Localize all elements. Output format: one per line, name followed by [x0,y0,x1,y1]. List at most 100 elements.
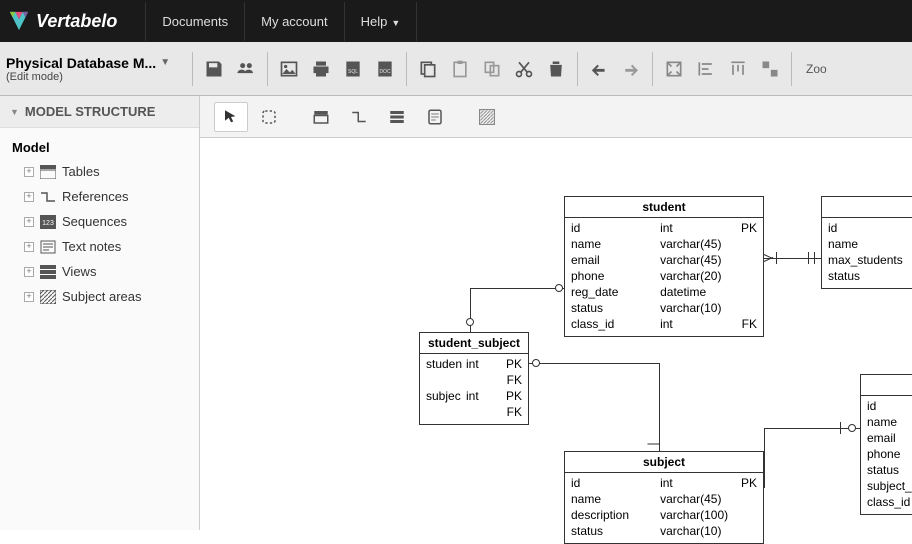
column-type: int [660,220,731,236]
column-name: id [571,220,656,236]
column-row[interactable]: idintPK [571,475,757,491]
trash-icon [546,59,566,79]
column-type: varchar(45) [660,252,731,268]
entity-class[interactable]: classidintPKnamevarchar(10)max_studentsi… [821,196,912,289]
sidebar-item-references[interactable]: + References [6,184,193,209]
expand-icon[interactable]: + [24,217,34,227]
column-row[interactable]: phonevarchar(20) [867,446,912,462]
doc-export-button[interactable]: DOC [370,54,400,84]
copy-button[interactable] [413,54,443,84]
cut-button[interactable] [509,54,539,84]
column-name: studen [426,356,462,388]
column-row[interactable]: namevarchar(45) [571,491,757,507]
tool-view[interactable] [380,102,414,132]
sidebar-item-views[interactable]: + Views [6,259,193,284]
align-top-icon [728,59,748,79]
column-name: phone [867,446,912,462]
column-row[interactable]: statusvarchar(10) [828,268,912,284]
tool-note[interactable] [418,102,452,132]
column-row[interactable]: class_idintFK [867,494,912,510]
column-row[interactable]: max_studentsint [828,252,912,268]
paste-button[interactable] [445,54,475,84]
column-row[interactable]: statusvarchar(10) [571,523,757,539]
expand-icon[interactable]: + [24,267,34,277]
sidebar-item-text-notes[interactable]: + Text notes [6,234,193,259]
area-icon [477,107,497,127]
column-row[interactable]: emailvarchar(45) [571,252,757,268]
model-title-block[interactable]: Physical Database M...▼ (Edit mode) [6,55,186,83]
undo-button[interactable] [584,54,614,84]
column-row[interactable]: idintPK [828,220,912,236]
nav-help[interactable]: Help▼ [344,2,418,41]
column-row[interactable]: descriptionvarchar(100) [571,507,757,523]
logo-icon [8,10,30,32]
column-row[interactable]: subject_idintFK [867,478,912,494]
column-type: int [466,388,496,420]
align-left-button[interactable] [691,54,721,84]
column-row[interactable]: statusvarchar(10) [571,300,757,316]
column-row[interactable]: phonevarchar(20) [571,268,757,284]
column-row[interactable]: idintPK [867,398,912,414]
redo-button[interactable] [616,54,646,84]
tree-root[interactable]: Model [6,136,193,159]
svg-text:123: 123 [42,220,54,227]
sql-export-button[interactable]: SQL [338,54,368,84]
column-row[interactable]: statusvarchar(10) [867,462,912,478]
column-row[interactable]: namevarchar(45) [571,236,757,252]
model-subtitle: (Edit mode) [6,71,178,83]
brand-logo[interactable]: Vertabelo [8,10,117,32]
image-export-button[interactable] [274,54,304,84]
tool-table[interactable] [304,102,338,132]
column-row[interactable]: emailvarchar(45) [867,430,912,446]
expand-icon[interactable]: + [24,242,34,252]
entity-teacher[interactable]: teacheridintPKnamevarchar(45)emailvarcha… [860,374,912,515]
nav-documents[interactable]: Documents [145,2,244,41]
align-top-button[interactable] [723,54,753,84]
relation-line[interactable] [659,363,660,451]
expand-icon[interactable]: + [24,292,34,302]
relation-line[interactable] [529,363,659,364]
print-button[interactable] [306,54,336,84]
relation-line[interactable] [470,288,564,289]
sidebar-item-subject-areas[interactable]: + Subject areas [6,284,193,309]
column-name: name [828,236,912,252]
entity-columns: idintPKnamevarchar(45)emailvarchar(45)ph… [565,218,763,336]
tool-marquee[interactable] [252,102,286,132]
column-row[interactable]: namevarchar(45) [867,414,912,430]
entity-student_subject[interactable]: student_subjectstudenintPK FKsubjecintPK… [419,332,529,425]
column-row[interactable]: class_idintFK [571,316,757,332]
fit-icon [664,59,684,79]
column-name: subject_id [867,478,912,494]
sidebar-item-tables[interactable]: + Tables [6,159,193,184]
sidebar-item-sequences[interactable]: + 123 Sequences [6,209,193,234]
table-icon [40,165,56,179]
delete-button[interactable] [541,54,571,84]
entity-subject[interactable]: subjectidintPKnamevarchar(45)description… [564,451,764,544]
cardinality-circle-icon [532,359,540,367]
expand-icon[interactable]: + [24,192,34,202]
column-name: name [867,414,912,430]
arrange-button[interactable] [755,54,785,84]
tool-area[interactable] [470,102,504,132]
column-row[interactable]: idintPK [571,220,757,236]
column-key: PK FK [500,356,522,388]
column-row[interactable]: studenintPK FK [426,356,522,388]
save-button[interactable] [199,54,229,84]
fit-button[interactable] [659,54,689,84]
diagram-canvas[interactable]: studentidintPKnamevarchar(45)emailvarcha… [200,138,912,530]
column-type: datetime [660,284,731,300]
tool-reference[interactable] [342,102,376,132]
sidebar-heading[interactable]: ▼ MODEL STRUCTURE [0,96,199,128]
cardinality-tick-icon [808,252,809,264]
entity-student[interactable]: studentidintPKnamevarchar(45)emailvarcha… [564,196,764,337]
share-button[interactable] [231,54,261,84]
toolbar-separator [267,52,268,86]
column-row[interactable]: subjecintPK FK [426,388,522,420]
column-row[interactable]: reg_datedatetime [571,284,757,300]
relation-line[interactable] [764,428,860,429]
nav-my-account[interactable]: My account [244,2,343,41]
tool-select[interactable] [214,102,248,132]
duplicate-button[interactable] [477,54,507,84]
column-row[interactable]: namevarchar(10) [828,236,912,252]
expand-icon[interactable]: + [24,167,34,177]
